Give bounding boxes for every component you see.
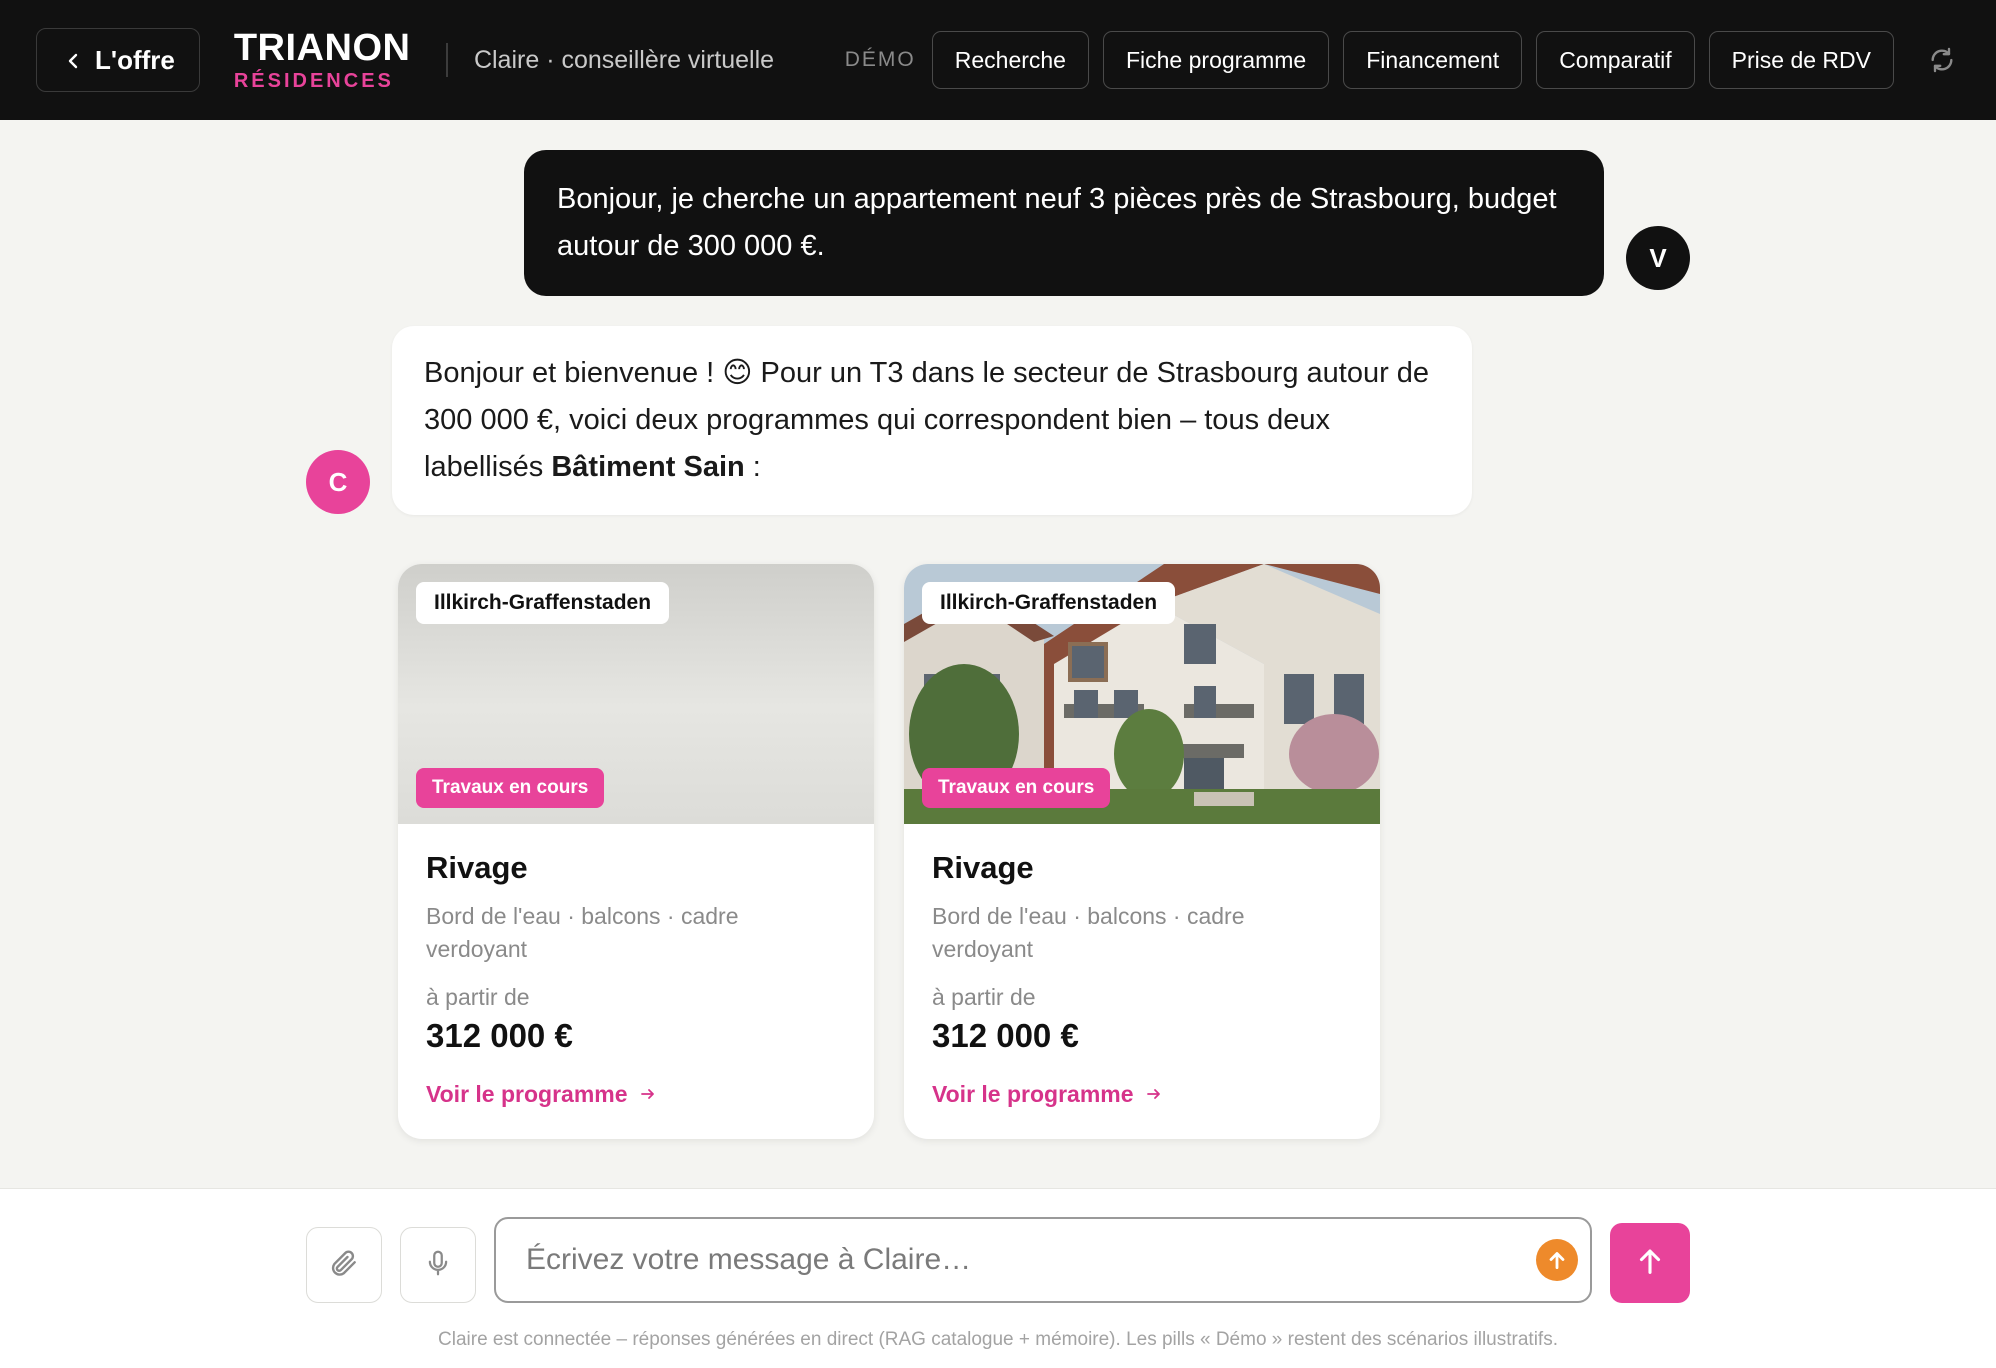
microphone-icon <box>423 1248 453 1283</box>
arrow-up-icon[interactable] <box>1536 1239 1578 1281</box>
assistant-message-end: : <box>744 451 761 483</box>
location-badge: Illkirch-Graffenstaden <box>922 582 1176 624</box>
program-description: Bord de l'eau · balcons · cadre verdoyan… <box>426 903 739 962</box>
program-card[interactable]: Illkirch-Graffenstaden Travaux en cours … <box>904 564 1380 1139</box>
back-button[interactable]: L'offre <box>36 28 200 92</box>
program-card[interactable]: Illkirch-Graffenstaden Travaux en cours … <box>398 564 874 1139</box>
chevron-left-icon <box>65 45 81 76</box>
user-message-bubble: Bonjour, je cherche un appartement neuf … <box>524 150 1604 296</box>
label-highlight: Bâtiment Sain <box>551 451 745 483</box>
microphone-button[interactable] <box>400 1227 476 1303</box>
agent-title: Claire · conseillère virtuelle <box>473 45 775 74</box>
program-price: 312 000 € <box>932 1017 1079 1054</box>
paperclip-icon <box>328 1247 360 1284</box>
footnote: Claire est connectée – réponses générées… <box>438 1329 1558 1350</box>
attach-button[interactable] <box>306 1227 382 1303</box>
message-input[interactable] <box>494 1217 1592 1303</box>
program-description: Bord de l'eau · balcons · cadre verdoyan… <box>932 903 1245 962</box>
price-from-label: à partir de <box>426 984 530 1010</box>
assistant-avatar: C <box>306 450 370 514</box>
pill-comparatif[interactable]: Comparatif <box>1536 31 1695 89</box>
demo-label: DÉMO <box>844 48 916 71</box>
status-badge: Travaux en cours <box>416 768 605 808</box>
demo-pills: Recherche Fiche programme Financement Co… <box>931 31 1894 89</box>
arrow-right-icon <box>640 1081 656 1108</box>
price-from-label: à partir de <box>932 984 1036 1010</box>
arrow-right-icon <box>1146 1081 1162 1108</box>
view-program-label: Voir le programme <box>426 1081 628 1107</box>
pill-prise-de-rdv[interactable]: Prise de RDV <box>1708 31 1894 89</box>
top-bar: L'offre TRIANON RÉSIDENCES Claire · cons… <box>0 0 1996 120</box>
program-title: Rivage <box>426 850 528 885</box>
arrow-up-icon <box>1633 1244 1667 1283</box>
view-program-link[interactable]: Voir le programme <box>426 1081 846 1108</box>
pill-financement[interactable]: Financement <box>1343 31 1523 89</box>
program-title: Rivage <box>932 850 1034 885</box>
program-image-placeholder: Illkirch-Graffenstaden Travaux en cours <box>398 564 874 824</box>
assistant-message-bubble: Bonjour et bienvenue ! 😊 Pour un T3 dans… <box>392 326 1472 515</box>
refresh-icon[interactable] <box>1924 42 1960 78</box>
view-program-label: Voir le programme <box>932 1081 1134 1107</box>
send-button[interactable] <box>1610 1223 1690 1303</box>
brand-name: TRIANON <box>233 27 411 69</box>
program-price: 312 000 € <box>426 1017 573 1054</box>
program-image: Illkirch-Graffenstaden Travaux en cours <box>904 564 1380 824</box>
back-button-label: L'offre <box>95 44 175 75</box>
pill-fiche-programme[interactable]: Fiche programme <box>1102 31 1330 89</box>
message-composer: Claire est connectée – réponses générées… <box>0 1188 1996 1368</box>
user-avatar: V <box>1626 226 1690 290</box>
brand-logo: TRIANON RÉSIDENCES <box>234 29 411 91</box>
pill-recherche[interactable]: Recherche <box>931 31 1089 89</box>
status-badge: Travaux en cours <box>922 768 1111 808</box>
location-badge: Illkirch-Graffenstaden <box>416 582 670 624</box>
view-program-link[interactable]: Voir le programme <box>932 1081 1352 1108</box>
header-divider <box>446 43 448 77</box>
brand-tagline: RÉSIDENCES <box>233 70 394 92</box>
